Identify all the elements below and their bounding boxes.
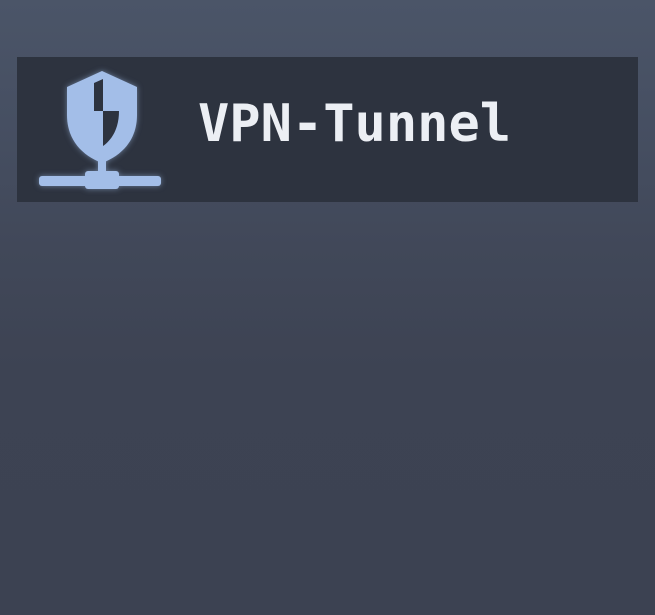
shield-network-icon	[37, 65, 167, 195]
vpn-tunnel-panel[interactable]: VPN-Tunnel	[17, 57, 638, 202]
vpn-tunnel-title: VPN-Tunnel	[198, 94, 512, 154]
